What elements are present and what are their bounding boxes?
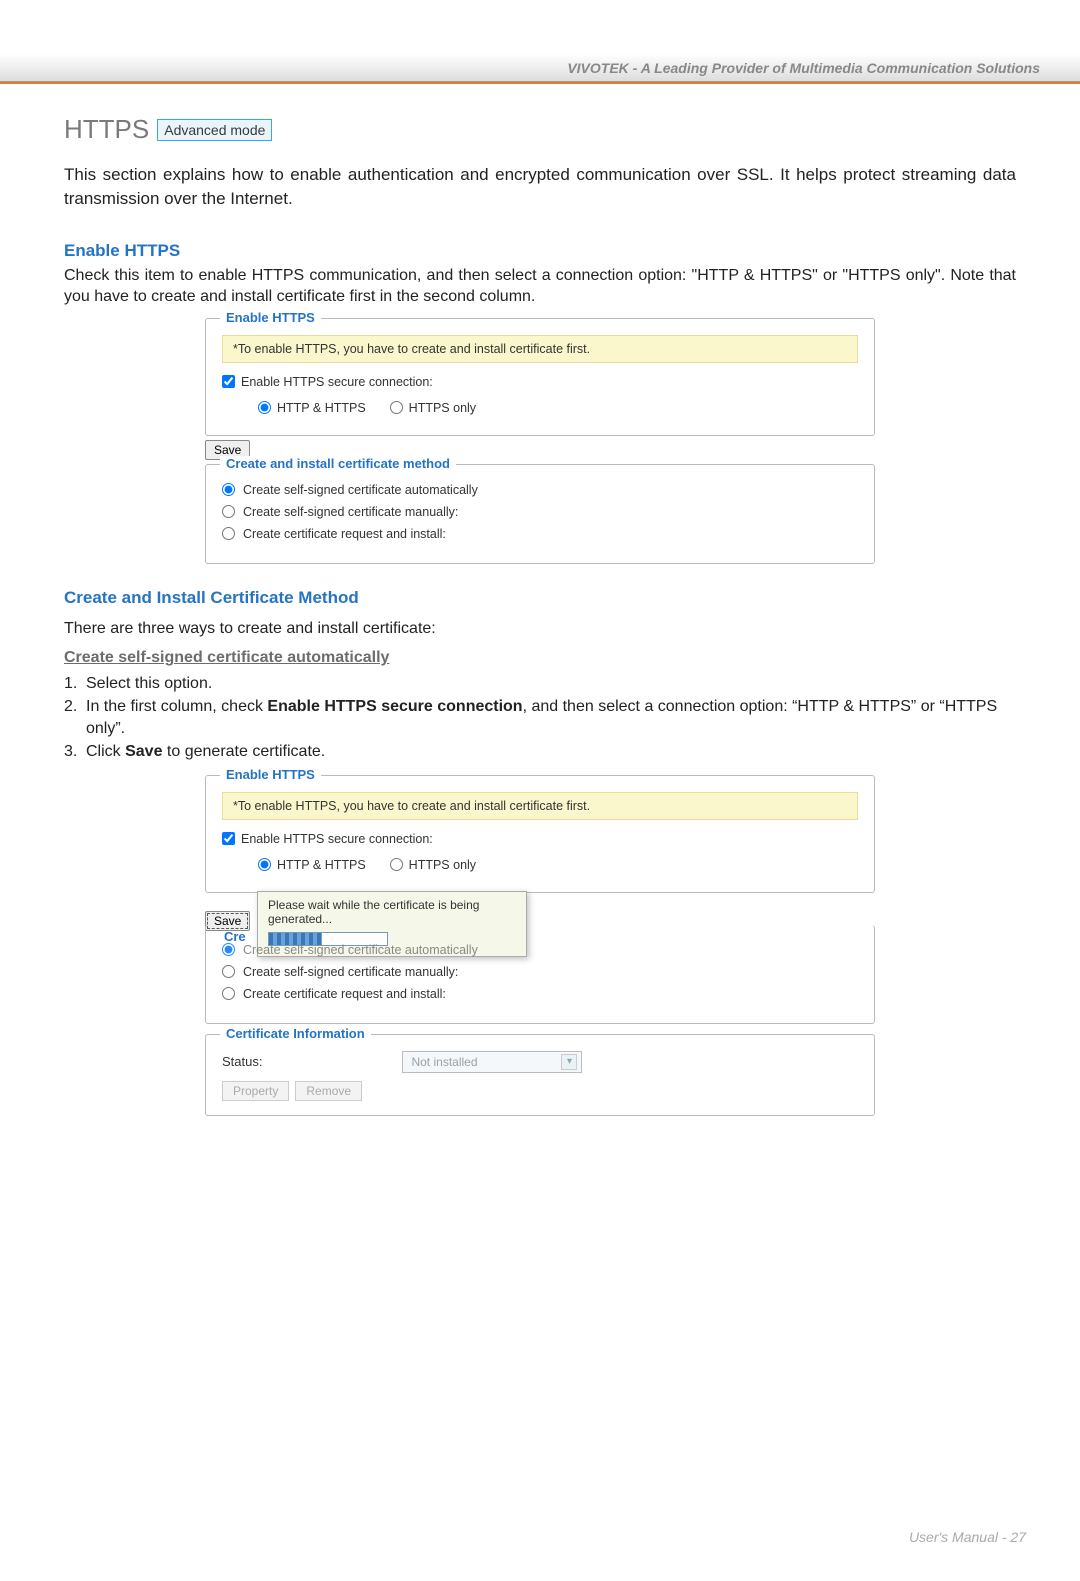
status-value: Not installed — [411, 1055, 477, 1069]
http-and-https-radio-2[interactable] — [258, 858, 271, 871]
create-install-heading: Create and Install Certificate Method — [64, 588, 1016, 608]
enable-https-heading: Enable HTTPS — [64, 241, 1016, 261]
enable-https-checkbox-2[interactable] — [222, 832, 235, 845]
cert-auto-label: Create self-signed certificate automatic… — [243, 483, 478, 497]
step-3-num: 3. — [64, 741, 86, 763]
steps-list: 1.Select this option. 2. In the first co… — [64, 673, 1016, 763]
cert-method-fieldset-2: Create self-signed certificate automatic… — [205, 925, 875, 1024]
cert-auto-label-2: Create self-signed certificate automatic… — [243, 943, 478, 957]
https-only-label-2: HTTPS only — [409, 858, 476, 872]
enable-https-checkbox-label-2: Enable HTTPS secure connection: — [241, 832, 433, 846]
enable-https-panel-2: Enable HTTPS *To enable HTTPS, you have … — [205, 775, 875, 1116]
http-and-https-label-2: HTTP & HTTPS — [277, 858, 366, 872]
cert-request-radio-2[interactable] — [222, 987, 235, 1000]
https-notice: *To enable HTTPS, you have to create and… — [222, 335, 858, 363]
enable-https-checkbox[interactable] — [222, 375, 235, 388]
cert-request-label: Create certificate request and install: — [243, 527, 446, 541]
cert-manual-radio-2[interactable] — [222, 965, 235, 978]
step-1-text: Select this option. — [86, 673, 212, 695]
generating-tooltip-text: Please wait while the certificate is bei… — [268, 898, 479, 926]
enable-https-desc: Check this item to enable HTTPS communic… — [64, 265, 1016, 308]
enable-https-panel-1: Enable HTTPS *To enable HTTPS, you have … — [205, 318, 875, 564]
http-and-https-radio[interactable] — [258, 401, 271, 414]
cert-method-legend: Create and install certificate method — [220, 456, 456, 471]
step-2-num: 2. — [64, 696, 86, 741]
header-bar: VIVOTEK - A Leading Provider of Multimed… — [0, 54, 1080, 82]
enable-https-legend: Enable HTTPS — [220, 310, 321, 325]
create-install-lead: There are three ways to create and insta… — [64, 618, 1016, 640]
cert-auto-radio-2[interactable] — [222, 943, 235, 956]
cert-manual-label-2: Create self-signed certificate manually: — [243, 965, 458, 979]
cert-auto-radio[interactable] — [222, 483, 235, 496]
cert-request-radio[interactable] — [222, 527, 235, 540]
cert-manual-radio[interactable] — [222, 505, 235, 518]
page-title: HTTPS — [64, 114, 149, 145]
intro-paragraph: This section explains how to enable auth… — [64, 163, 1016, 211]
header-tagline: VIVOTEK - A Leading Provider of Multimed… — [567, 60, 1040, 76]
remove-button: Remove — [295, 1081, 362, 1101]
http-and-https-label: HTTP & HTTPS — [277, 401, 366, 415]
page-footer: User's Manual - 27 — [909, 1529, 1026, 1545]
status-label: Status: — [222, 1054, 262, 1069]
cert-request-label-2: Create certificate request and install: — [243, 987, 446, 1001]
step-1-num: 1. — [64, 673, 86, 695]
enable-https-fieldset: Enable HTTPS *To enable HTTPS, you have … — [205, 318, 875, 436]
step-3-text: Click Save to generate certificate. — [86, 741, 325, 763]
cert-info-fieldset: Certificate Information Status: Not inst… — [205, 1034, 875, 1116]
chevron-down-icon: ▾ — [561, 1054, 577, 1070]
auto-cert-subheading: Create self-signed certificate automatic… — [64, 649, 389, 667]
https-only-radio-2[interactable] — [390, 858, 403, 871]
cert-method-fieldset: Create and install certificate method Cr… — [205, 464, 875, 564]
advanced-mode-badge: Advanced mode — [157, 119, 272, 141]
property-button: Property — [222, 1081, 289, 1101]
cert-info-legend: Certificate Information — [220, 1026, 371, 1041]
https-notice-2: *To enable HTTPS, you have to create and… — [222, 792, 858, 820]
enable-https-legend-2: Enable HTTPS — [220, 767, 321, 782]
step-2-text: In the first column, check Enable HTTPS … — [86, 696, 1016, 741]
https-only-label: HTTPS only — [409, 401, 476, 415]
cert-manual-label: Create self-signed certificate manually: — [243, 505, 458, 519]
https-only-radio[interactable] — [390, 401, 403, 414]
status-dropdown[interactable]: Not installed ▾ — [402, 1051, 582, 1073]
enable-https-fieldset-2: Enable HTTPS *To enable HTTPS, you have … — [205, 775, 875, 893]
enable-https-checkbox-label: Enable HTTPS secure connection: — [241, 375, 433, 389]
